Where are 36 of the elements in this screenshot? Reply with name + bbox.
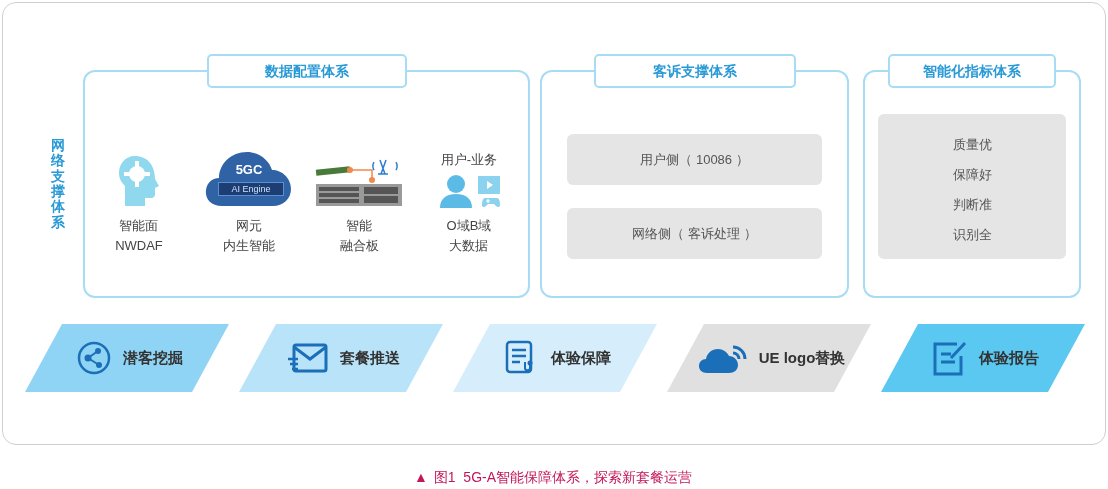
panel-title: 数据配置体系	[206, 54, 407, 88]
item-label: 内生智能	[223, 237, 275, 255]
triangle-marker: ▲	[413, 468, 428, 487]
gamepad-icon	[482, 196, 500, 208]
item-label: 网元	[236, 217, 262, 235]
person-icon	[438, 174, 474, 208]
list-item: 质量优	[952, 136, 992, 154]
list-item: 识别全	[952, 226, 992, 244]
envelope-icon	[288, 343, 328, 373]
info-box: 用户侧（ 10086 ）	[567, 134, 822, 185]
panel-title: 客诉支撑体系	[593, 54, 796, 88]
list-item: 判断准	[952, 196, 992, 214]
item-caption: 用户-业务	[440, 152, 498, 168]
video-icon	[478, 176, 500, 194]
item-label: NWDAF	[115, 237, 163, 255]
step-label: 体验报告	[979, 347, 1039, 368]
cloud-label: 5GC	[234, 161, 264, 179]
step-label: 潜客挖掘	[123, 347, 183, 368]
figure-caption: 图1 5G-A智能保障体系，探索新套餐运营	[433, 468, 693, 487]
head-gear-icon	[117, 154, 161, 208]
list-item: 保障好	[952, 166, 992, 184]
item-label: 智能	[346, 217, 372, 235]
item-label: 大数据	[449, 237, 489, 255]
step-label: 套餐推送	[340, 347, 400, 368]
side-label: 网络支撑体系	[51, 137, 65, 231]
panel-title: 智能化指标体系	[888, 54, 1056, 88]
step-label: 体验保障	[551, 347, 611, 368]
share-icon	[77, 341, 111, 375]
edit-note-icon	[933, 340, 967, 376]
info-box: 网络侧（ 客诉处理 ）	[567, 208, 822, 259]
cloud-signal-icon	[698, 343, 747, 373]
engine-label: AI Engine	[218, 182, 284, 196]
item-label: 融合板	[339, 237, 379, 255]
step-label: UE logo替换	[758, 347, 846, 368]
item-label: 智能面	[119, 217, 159, 235]
item-label: O域B域	[446, 217, 492, 235]
